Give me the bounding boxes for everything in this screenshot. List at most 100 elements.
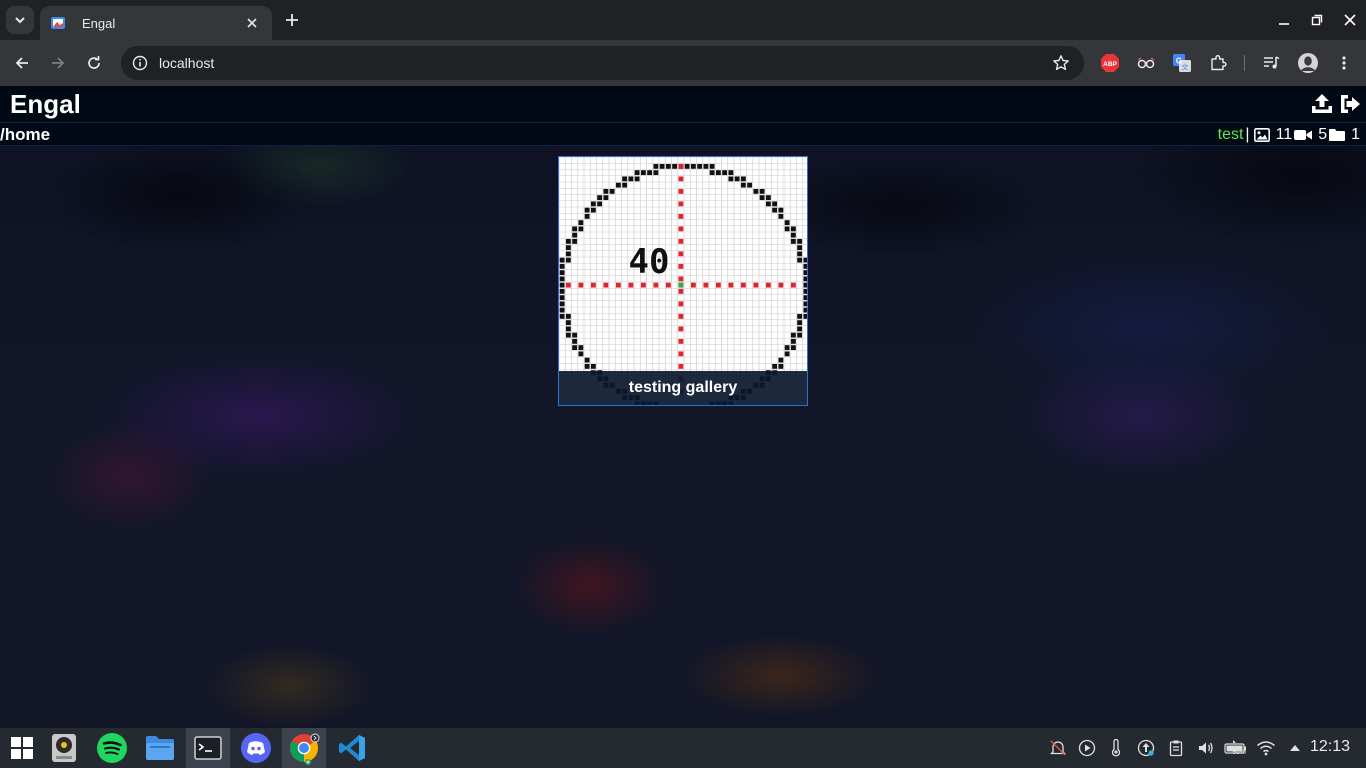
taskbar-app-spotify[interactable] <box>90 728 134 768</box>
avatar <box>1298 53 1318 73</box>
glasses-extension-button[interactable] <box>1132 49 1160 77</box>
minimize-icon <box>1278 23 1289 25</box>
play-icon <box>1078 739 1096 757</box>
page-viewport: Engal /home test | 11 5 1 40 testing gal… <box>0 86 1366 728</box>
taskbar-app-chrome[interactable] <box>282 728 326 768</box>
puzzle-icon <box>1211 55 1227 71</box>
star-icon <box>1053 55 1069 71</box>
site-info-button[interactable] <box>123 46 157 80</box>
profile-button[interactable] <box>1294 49 1322 77</box>
window-controls <box>1267 0 1366 40</box>
taskbar-app-rhythmbox[interactable] <box>42 728 86 768</box>
app-header: Engal <box>0 86 1366 123</box>
wifi-icon <box>1257 741 1275 756</box>
gallery-card[interactable]: 40 testing gallery <box>558 156 808 406</box>
taskbar: 98% 12:13 <box>0 728 1366 768</box>
library-stats: test | 11 5 1 <box>1218 125 1362 145</box>
glasses-icon <box>1137 57 1155 69</box>
adblock-extension-button[interactable]: ABP <box>1096 49 1124 77</box>
browser-menu-button[interactable] <box>1330 49 1358 77</box>
clipboard-tray-icon[interactable] <box>1164 736 1188 760</box>
url-text[interactable]: localhost <box>159 55 1044 71</box>
speaker-icon <box>1199 742 1213 754</box>
image-icon <box>1253 128 1270 142</box>
volume-tray-icon[interactable] <box>1194 736 1218 760</box>
chrome-icon <box>290 733 320 765</box>
reload-button[interactable] <box>80 49 108 77</box>
discord-icon <box>241 733 271 763</box>
tab-search-button[interactable] <box>6 6 34 34</box>
update-icon <box>1137 739 1155 757</box>
translate-icon: G文 <box>1173 54 1191 72</box>
forward-button[interactable] <box>44 49 72 77</box>
taskbar-app-discord[interactable] <box>234 728 278 768</box>
info-icon <box>132 55 148 71</box>
address-bar[interactable]: localhost <box>121 46 1084 80</box>
logout-icon <box>1341 95 1360 113</box>
chevron-up-icon <box>1290 745 1300 751</box>
browser-tab-strip: Engal <box>0 0 1366 40</box>
app-title[interactable]: Engal <box>10 89 81 120</box>
restore-icon <box>1311 14 1322 26</box>
translate-extension-button[interactable]: G文 <box>1168 49 1196 77</box>
vscode-icon <box>339 735 365 761</box>
svg-text:ABP: ABP <box>1103 61 1117 68</box>
logout-button[interactable] <box>1338 92 1362 116</box>
close-window-button[interactable] <box>1333 0 1366 40</box>
restore-button[interactable] <box>1300 0 1333 40</box>
browser-toolbar: localhost ABP G文 <box>0 40 1366 86</box>
gallery-favicon-icon <box>51 17 65 29</box>
back-button[interactable] <box>8 49 36 77</box>
music-queue-icon <box>1264 56 1280 69</box>
battery-percent: 98% <box>1232 749 1247 756</box>
close-icon <box>1343 14 1356 26</box>
wifi-tray-icon[interactable] <box>1254 736 1278 760</box>
folder-icon <box>1329 128 1346 142</box>
taskbar-clock[interactable]: 12:13 <box>1310 738 1350 756</box>
spotify-icon <box>97 733 127 763</box>
username-label[interactable]: test <box>1218 126 1244 144</box>
path-bar: /home test | 11 5 1 <box>0 123 1366 146</box>
gallery-name: testing gallery <box>559 371 807 405</box>
kebab-menu-icon <box>1342 56 1346 70</box>
updates-tray-icon[interactable] <box>1134 736 1158 760</box>
new-tab-button[interactable] <box>280 8 304 32</box>
bookmark-button[interactable] <box>1044 46 1078 80</box>
terminal-icon <box>194 736 222 760</box>
tab-close-button[interactable] <box>242 13 262 33</box>
start-menu-button[interactable] <box>0 728 44 768</box>
breadcrumb: /home <box>0 125 51 144</box>
temperature-tray-icon[interactable] <box>1104 736 1128 760</box>
thumbnail-label: 40 <box>629 242 670 282</box>
tray-expand-button[interactable] <box>1283 736 1307 760</box>
folder-icon <box>146 736 174 760</box>
video-icon <box>1294 128 1313 142</box>
taskbar-app-terminal[interactable] <box>186 728 230 768</box>
arrow-left-icon <box>15 57 28 69</box>
upload-button[interactable] <box>1310 92 1334 116</box>
arrow-right-icon <box>52 57 65 69</box>
clipboard-icon <box>1169 740 1183 757</box>
tab-title: Engal <box>82 15 116 31</box>
music-player-icon <box>52 734 76 762</box>
taskbar-app-files[interactable] <box>138 728 182 768</box>
notifications-tray-icon[interactable] <box>1046 736 1070 760</box>
taskbar-app-vscode[interactable] <box>330 728 374 768</box>
extensions-button[interactable] <box>1204 49 1232 77</box>
svg-text:文: 文 <box>1182 63 1189 72</box>
media-control-button[interactable] <box>1257 49 1285 77</box>
windows-grid-icon <box>11 737 33 759</box>
stats-separator: | <box>1245 126 1250 143</box>
toolbar-separator <box>1244 55 1245 71</box>
folder-count: 1 <box>1351 126 1360 143</box>
gallery-thumbnail: 40 <box>559 157 807 405</box>
battery-tray-icon[interactable]: 98% <box>1224 736 1248 760</box>
image-count: 11 <box>1275 126 1293 143</box>
chevron-down-icon <box>15 17 25 24</box>
close-icon <box>247 18 257 28</box>
video-count: 5 <box>1318 126 1328 143</box>
browser-tab[interactable]: Engal <box>40 6 272 40</box>
minimize-button[interactable] <box>1267 0 1300 40</box>
thermometer-icon <box>1111 739 1121 757</box>
media-tray-icon[interactable] <box>1075 736 1099 760</box>
